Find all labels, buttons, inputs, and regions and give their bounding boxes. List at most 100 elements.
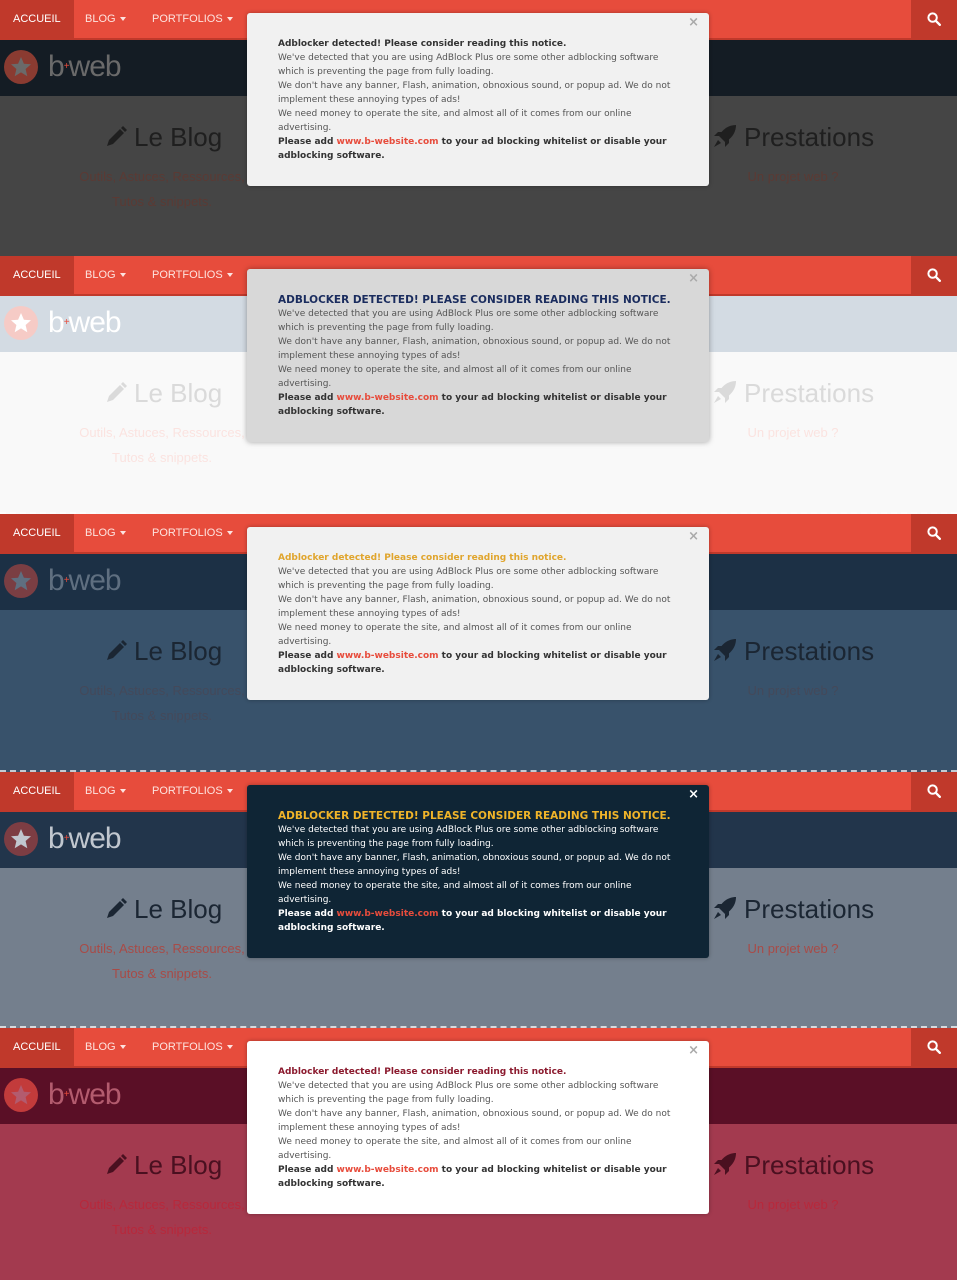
rocket-icon <box>712 378 744 408</box>
nav-item-label: ACCUEIL <box>13 785 61 797</box>
nav-item[interactable]: ACCUEIL <box>0 514 74 552</box>
site-logo[interactable]: b+web <box>48 50 122 84</box>
search-button[interactable] <box>911 256 957 294</box>
notice-line: We need money to operate the site, and a… <box>278 1137 632 1147</box>
site-logo[interactable]: b+web <box>48 564 122 598</box>
close-icon[interactable]: × <box>688 787 699 803</box>
whitelist-link[interactable]: www.b-website.com <box>337 651 439 661</box>
site-logo[interactable]: b+web <box>48 306 122 340</box>
prestations-title[interactable]: Prestations <box>712 378 874 408</box>
search-button[interactable] <box>911 0 957 38</box>
site-logo[interactable]: b+web <box>48 822 122 856</box>
notice-line: implement these annoying types of ads! <box>278 351 461 361</box>
notice-line: which is preventing the page from fully … <box>278 1095 494 1105</box>
search-button[interactable] <box>911 514 957 552</box>
nav-item-label: BLOG <box>85 269 116 281</box>
adblock-notice-modal: × Adblocker detected! Please consider rea… <box>247 527 709 700</box>
theme-panel: ACCUEILBLOGPORTFOLIOSA PROPOSPRESTATIONS… <box>0 514 957 772</box>
prestations-title[interactable]: Prestations <box>712 122 874 152</box>
notice-line: We need money to operate the site, and a… <box>278 365 632 375</box>
search-button[interactable] <box>911 1028 957 1066</box>
close-icon[interactable]: × <box>688 1043 699 1059</box>
adblock-notice-modal: × Adblocker detected! Please consider rea… <box>247 785 709 958</box>
notice-line: We've detected that you are using AdBloc… <box>278 53 659 63</box>
notice-line: Please add www.b-website.com to your ad … <box>278 909 667 919</box>
prestations-title[interactable]: Prestations <box>712 894 874 924</box>
nav-item[interactable]: BLOG <box>85 772 126 810</box>
theme-panel: ACCUEILBLOGPORTFOLIOSA PROPOSPRESTATIONS… <box>0 772 957 1028</box>
nav-item[interactable]: PORTFOLIOS <box>152 514 233 552</box>
nav-item[interactable]: BLOG <box>85 0 126 38</box>
nav-item-label: PORTFOLIOS <box>152 785 223 797</box>
notice-line: We've detected that you are using AdBloc… <box>278 825 659 835</box>
star-icon <box>4 1078 38 1112</box>
chevron-down-icon <box>119 17 126 22</box>
nav-item-label: ACCUEIL <box>13 1041 61 1053</box>
whitelist-link[interactable]: www.b-website.com <box>337 909 439 919</box>
notice-line: We don't have any banner, Flash, animati… <box>278 853 671 863</box>
nav-item[interactable]: BLOG <box>85 1028 126 1066</box>
chevron-down-icon <box>119 531 126 536</box>
whitelist-link[interactable]: www.b-website.com <box>337 137 439 147</box>
notice-line: adblocking software. <box>278 923 385 933</box>
notice-line: adblocking software. <box>278 1179 385 1189</box>
site-logo[interactable]: b+web <box>48 1078 122 1112</box>
star-icon <box>4 306 38 340</box>
chevron-down-icon <box>119 273 126 278</box>
close-icon[interactable]: × <box>688 529 699 545</box>
rocket-icon <box>712 1150 744 1180</box>
notice-line: We've detected that you are using AdBloc… <box>278 1081 659 1091</box>
close-icon[interactable]: × <box>688 15 699 31</box>
rocket-icon <box>712 122 744 152</box>
notice-line: adblocking software. <box>278 665 385 675</box>
notice-line: advertising. <box>278 895 332 905</box>
nav-item[interactable]: BLOG <box>85 514 126 552</box>
nav-item[interactable]: PORTFOLIOS <box>152 772 233 810</box>
nav-item[interactable]: ACCUEIL <box>0 1028 74 1066</box>
nav-item-label: PORTFOLIOS <box>152 1041 223 1053</box>
prestations-title[interactable]: Prestations <box>712 636 874 666</box>
chevron-down-icon <box>226 1045 233 1050</box>
chevron-down-icon <box>226 17 233 22</box>
chevron-down-icon <box>226 789 233 794</box>
blog-title[interactable]: Le Blog <box>104 1150 222 1180</box>
chevron-down-icon <box>226 531 233 536</box>
rocket-icon <box>712 636 744 666</box>
nav-item[interactable]: BLOG <box>85 256 126 294</box>
notice-line: advertising. <box>278 1151 332 1161</box>
nav-item[interactable]: PORTFOLIOS <box>152 0 233 38</box>
nav-item-label: ACCUEIL <box>13 527 61 539</box>
pencil-icon <box>104 636 134 666</box>
nav-item[interactable]: ACCUEIL <box>0 0 74 38</box>
nav-item-label: BLOG <box>85 527 116 539</box>
blog-title[interactable]: Le Blog <box>104 636 222 666</box>
notice-title: Adblocker detected! Please consider read… <box>278 294 671 306</box>
notice-title: Adblocker detected! Please consider read… <box>278 810 671 822</box>
chevron-down-icon <box>119 1045 126 1050</box>
notice-title: Adblocker detected! Please consider read… <box>278 39 567 49</box>
pencil-icon <box>104 894 134 924</box>
notice-line: which is preventing the page from fully … <box>278 67 494 77</box>
nav-item[interactable]: ACCUEIL <box>0 256 74 294</box>
search-button[interactable] <box>911 772 957 810</box>
notice-line: We need money to operate the site, and a… <box>278 623 632 633</box>
whitelist-link[interactable]: www.b-website.com <box>337 1165 439 1175</box>
nav-item-label: ACCUEIL <box>13 269 61 281</box>
notice-line: adblocking software. <box>278 151 385 161</box>
close-icon[interactable]: × <box>688 271 699 287</box>
prestations-title[interactable]: Prestations <box>712 1150 874 1180</box>
blog-title[interactable]: Le Blog <box>104 122 222 152</box>
nav-item[interactable]: PORTFOLIOS <box>152 256 233 294</box>
notice-line: implement these annoying types of ads! <box>278 609 461 619</box>
notice-line: We don't have any banner, Flash, animati… <box>278 595 671 605</box>
chevron-down-icon <box>226 273 233 278</box>
notice-line: advertising. <box>278 123 332 133</box>
notice-line: We don't have any banner, Flash, animati… <box>278 1109 671 1119</box>
blog-title[interactable]: Le Blog <box>104 378 222 408</box>
nav-item[interactable]: PORTFOLIOS <box>152 1028 233 1066</box>
whitelist-link[interactable]: www.b-website.com <box>337 393 439 403</box>
notice-line: implement these annoying types of ads! <box>278 1123 461 1133</box>
notice-line: We need money to operate the site, and a… <box>278 109 632 119</box>
nav-item[interactable]: ACCUEIL <box>0 772 74 810</box>
blog-title[interactable]: Le Blog <box>104 894 222 924</box>
